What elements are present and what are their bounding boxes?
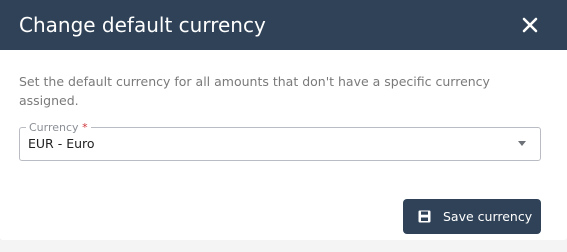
close-button[interactable] [518, 13, 542, 37]
dialog-description: Set the default currency for all amounts… [19, 74, 490, 108]
caret-down-icon[interactable] [518, 141, 526, 146]
floppy-disk-icon [418, 210, 431, 223]
currency-select[interactable] [19, 127, 541, 161]
close-icon [522, 17, 538, 33]
save-button-label: Save currency [443, 209, 533, 224]
currency-label-text: Currency [29, 121, 79, 134]
dialog-title: Change default currency [19, 13, 266, 37]
dialog-header: Change default currency [0, 0, 567, 50]
currency-selected-value: EUR - Euro [28, 136, 95, 151]
currency-field-label: Currency * [26, 121, 91, 135]
change-currency-dialog: Change default currency Set the default … [0, 0, 567, 240]
save-currency-button[interactable]: Save currency [403, 199, 541, 234]
required-marker: * [82, 121, 88, 134]
